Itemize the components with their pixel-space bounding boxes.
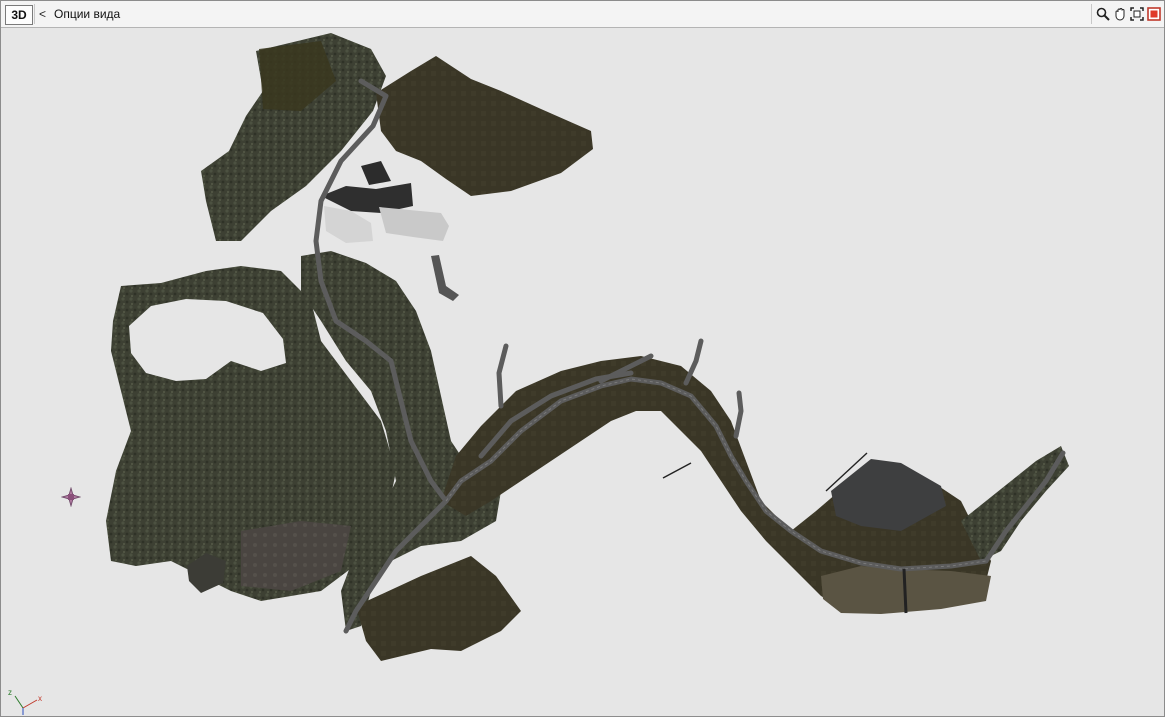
view-options-button[interactable]: < Опции вида [39, 5, 120, 23]
stop-icon [1147, 7, 1161, 21]
pan-hand-icon [1115, 8, 1125, 21]
x-axis-label: x [38, 694, 42, 703]
zoom-icon [1096, 7, 1110, 21]
road-fence [662, 462, 692, 479]
chevron-left-icon: < [39, 7, 47, 21]
view-toolbar: 3D < Опции вида [1, 1, 1164, 28]
map-3d-window: 3D < Опции вида z x [0, 0, 1165, 717]
terrain-model [106, 33, 1069, 661]
toolbar-separator [34, 4, 35, 24]
terrain-ne-field [376, 56, 593, 196]
terrain-east-ramp [961, 446, 1069, 561]
terrain-strip [431, 255, 459, 301]
fit-extents-icon [1130, 7, 1144, 21]
fit-extents-button[interactable] [1129, 5, 1145, 23]
navigation-tools [1091, 4, 1162, 24]
road-south-access [902, 568, 908, 614]
x-axis-line [22, 699, 38, 709]
3d-viewport[interactable] [1, 28, 1164, 716]
3d-mode-button[interactable]: 3D [5, 5, 33, 25]
view-options-label: Опции вида [54, 7, 121, 21]
target-marker-icon[interactable] [61, 487, 81, 507]
z-axis-line [14, 695, 24, 709]
axis-gizmo: z x [8, 688, 42, 715]
stop-button[interactable] [1146, 5, 1162, 23]
terrain-buildings [321, 161, 449, 243]
pan-button[interactable] [1112, 5, 1128, 23]
z-axis-label: z [8, 688, 12, 697]
zoom-button[interactable] [1095, 5, 1111, 23]
